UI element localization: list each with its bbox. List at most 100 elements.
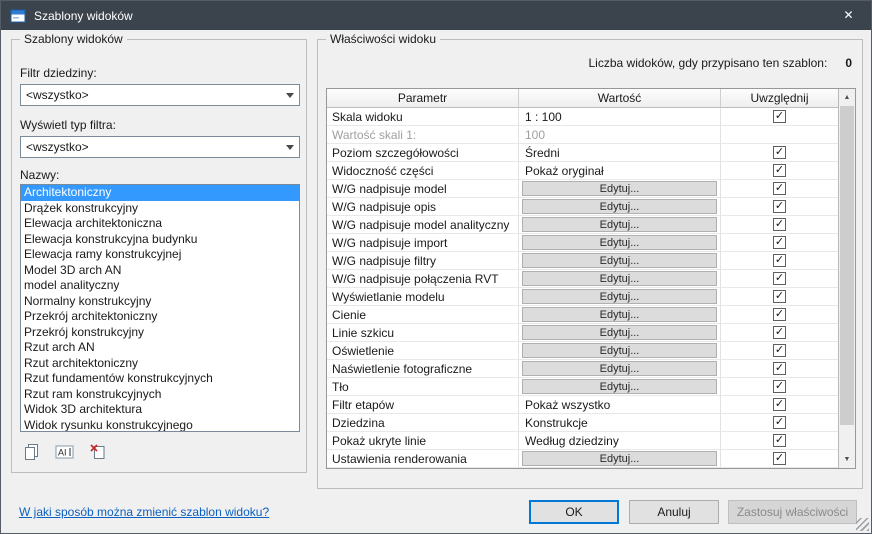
value-cell[interactable]: Edytuj... [519, 198, 721, 215]
filter-type-select[interactable]: <wszystko> [20, 136, 300, 158]
list-item[interactable]: Elewacja konstrukcyjna budynku [21, 232, 299, 248]
help-link[interactable]: W jaki sposób można zmienić szablon wido… [19, 505, 269, 519]
include-checkbox[interactable]: ✓ [773, 434, 786, 447]
value-cell[interactable]: Według dziedziny [519, 432, 721, 449]
include-checkbox[interactable]: ✓ [773, 218, 786, 231]
include-checkbox[interactable]: ✓ [773, 146, 786, 159]
param-cell: Dziedzina [327, 414, 519, 431]
edit-button[interactable]: Edytuj... [522, 289, 717, 304]
edit-button[interactable]: Edytuj... [522, 235, 717, 250]
value-cell[interactable]: Średni [519, 144, 721, 161]
include-checkbox[interactable]: ✓ [773, 110, 786, 123]
edit-button[interactable]: Edytuj... [522, 451, 717, 466]
include-checkbox[interactable]: ✓ [773, 254, 786, 267]
include-checkbox[interactable]: ✓ [773, 182, 786, 195]
delete-button[interactable] [88, 442, 108, 461]
value-cell[interactable]: Edytuj... [519, 450, 721, 467]
views-count-line: Liczba widoków, gdy przypisano ten szabl… [589, 56, 853, 70]
param-cell: W/G nadpisuje opis [327, 198, 519, 215]
domain-filter-select[interactable]: <wszystko> [20, 84, 300, 106]
table-row: Wyświetlanie modeluEdytuj... ✓ [327, 288, 838, 306]
table-row: Naświetlenie fotograficzneEdytuj...✓ [327, 360, 838, 378]
value-cell[interactable]: Pokaż oryginał [519, 162, 721, 179]
list-item[interactable]: Widok 3D architektura [21, 402, 299, 418]
edit-button[interactable]: Edytuj... [522, 379, 717, 394]
filter-type-value: <wszystko> [21, 140, 280, 154]
column-header: Parametr [327, 89, 519, 108]
value-cell[interactable]: Pokaż wszystko [519, 396, 721, 413]
list-item[interactable]: Rzut arch AN [21, 340, 299, 356]
scrollbar-thumb[interactable] [840, 106, 854, 425]
edit-button[interactable]: Edytuj... [522, 343, 717, 358]
list-item[interactable]: Normalny konstrukcyjny [21, 294, 299, 310]
list-item[interactable]: Rzut fundamentów konstrukcyjnych [21, 371, 299, 387]
include-checkbox[interactable]: ✓ [773, 200, 786, 213]
value-cell[interactable]: Edytuj... [519, 306, 721, 323]
include-checkbox[interactable]: ✓ [773, 272, 786, 285]
value-cell[interactable]: Edytuj... [519, 342, 721, 359]
list-item[interactable]: Przekrój konstrukcyjny [21, 325, 299, 341]
include-checkbox[interactable]: ✓ [773, 344, 786, 357]
edit-button[interactable]: Edytuj... [522, 307, 717, 322]
param-cell: Linie szkicu [327, 324, 519, 341]
list-item[interactable]: Elewacja ramy konstrukcyjnej [21, 247, 299, 263]
edit-button[interactable]: Edytuj... [522, 253, 717, 268]
edit-button[interactable]: Edytuj... [522, 181, 717, 196]
list-item[interactable]: Przekrój architektoniczny [21, 309, 299, 325]
include-checkbox[interactable]: ✓ [773, 380, 786, 393]
value-cell[interactable]: Edytuj... [519, 378, 721, 395]
edit-button[interactable]: Edytuj... [522, 199, 717, 214]
include-checkbox[interactable]: ✓ [773, 362, 786, 375]
include-checkbox[interactable]: ✓ [773, 416, 786, 429]
include-checkbox[interactable]: ✓ [773, 452, 786, 465]
resize-grip[interactable] [856, 518, 869, 531]
value-cell[interactable]: Edytuj... [519, 252, 721, 269]
edit-button[interactable]: Edytuj... [522, 217, 717, 232]
table-row: Filtr etapówPokaż wszystko✓ [327, 396, 838, 414]
scrollbar-up-button[interactable]: ▲ [839, 89, 855, 106]
value-text: Średni [522, 146, 560, 160]
edit-button[interactable]: Edytuj... [522, 361, 717, 376]
list-item[interactable]: Drążek konstrukcyjny [21, 201, 299, 217]
view-properties-group: Właściwości widoku Liczba widoków, gdy p… [317, 39, 863, 489]
list-item[interactable]: Rzut architektoniczny [21, 356, 299, 372]
column-header: Wartość [519, 89, 721, 108]
scrollbar-track[interactable] [839, 106, 855, 451]
rename-button[interactable]: AI [55, 442, 75, 461]
value-cell[interactable]: 1 : 100 [519, 108, 721, 125]
cancel-button[interactable]: Anuluj [629, 500, 719, 524]
edit-button[interactable]: Edytuj... [522, 271, 717, 286]
value-cell[interactable]: Edytuj... [519, 180, 721, 197]
templates-list[interactable]: ArchitektonicznyDrążek konstrukcyjnyElew… [20, 184, 300, 432]
duplicate-button[interactable] [22, 442, 42, 461]
template-tools: AI [22, 442, 108, 461]
list-item[interactable]: Elewacja architektoniczna [21, 216, 299, 232]
list-item[interactable]: Rzut ram konstrukcyjnych [21, 387, 299, 403]
list-item[interactable]: Model 3D arch AN [21, 263, 299, 279]
value-cell[interactable]: Edytuj... [519, 288, 721, 305]
include-checkbox[interactable]: ✓ [773, 164, 786, 177]
table-scrollbar[interactable]: ▲ ▼ [838, 89, 855, 468]
include-checkbox[interactable]: ✓ [773, 398, 786, 411]
list-item[interactable]: model analityczny [21, 278, 299, 294]
list-item[interactable]: Widok rysunku konstrukcyjnego [21, 418, 299, 433]
properties-table: ParametrWartośćUwzględnij Skala widoku1 … [326, 88, 856, 469]
include-checkbox[interactable]: ✓ [773, 326, 786, 339]
param-cell: Wyświetlanie modelu [327, 288, 519, 305]
scrollbar-down-button[interactable]: ▼ [839, 451, 855, 468]
include-checkbox[interactable]: ✓ [773, 290, 786, 303]
value-cell[interactable]: Konstrukcje [519, 414, 721, 431]
include-checkbox[interactable]: ✓ [773, 236, 786, 249]
table-row: Skala widoku1 : 100✓ [327, 108, 838, 126]
value-cell[interactable]: Edytuj... [519, 270, 721, 287]
include-checkbox[interactable]: ✓ [773, 308, 786, 321]
ok-button[interactable]: OK [529, 500, 619, 524]
close-button[interactable]: ✕ [826, 1, 871, 30]
value-cell[interactable]: Edytuj... [519, 216, 721, 233]
table-row: W/G nadpisuje połączenia RVTEdytuj...✓ [327, 270, 838, 288]
edit-button[interactable]: Edytuj... [522, 325, 717, 340]
value-cell[interactable]: Edytuj... [519, 324, 721, 341]
value-cell[interactable]: Edytuj... [519, 234, 721, 251]
value-cell[interactable]: Edytuj... [519, 360, 721, 377]
list-item[interactable]: Architektoniczny [21, 185, 299, 201]
